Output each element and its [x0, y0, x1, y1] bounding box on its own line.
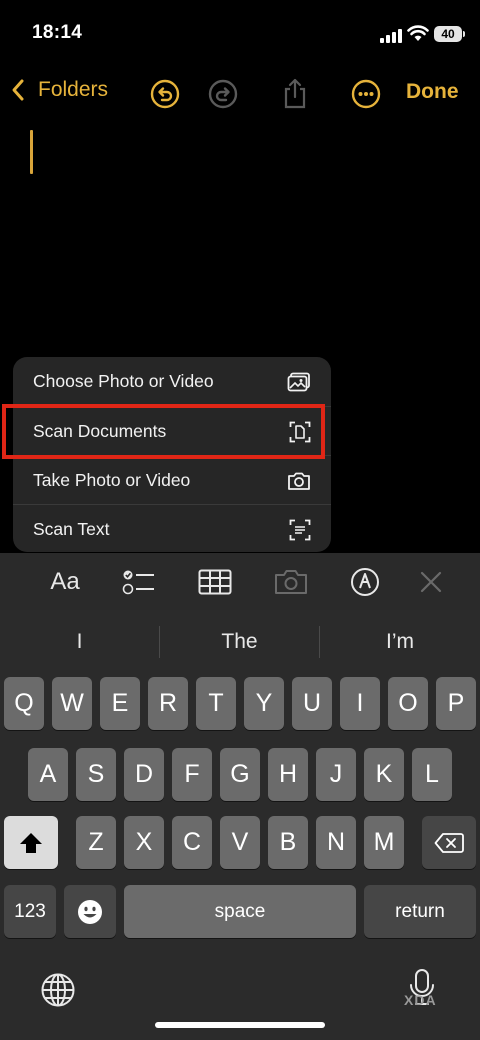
key[interactable]: S [76, 748, 116, 801]
wifi-icon [407, 25, 429, 41]
key[interactable]: P [436, 677, 476, 730]
keyboard: I The I’m Q W E R T Y U I O P A S D F G … [0, 610, 480, 1040]
suggestion[interactable]: I [0, 620, 159, 664]
suggestion[interactable]: The [160, 620, 319, 664]
key[interactable]: X [124, 816, 164, 869]
close-toolbar-button[interactable] [414, 553, 448, 610]
redo-icon[interactable] [207, 78, 239, 110]
checklist-button[interactable] [118, 553, 160, 610]
key[interactable]: V [220, 816, 260, 869]
back-label: Folders [38, 78, 109, 101]
shift-icon [20, 832, 42, 853]
markup-button[interactable] [344, 553, 386, 610]
emoji-key[interactable] [64, 885, 116, 938]
menu-item-label: Choose Photo or Video [33, 371, 214, 391]
menu-item-take-photo[interactable]: Take Photo or Video [13, 456, 331, 505]
table-button[interactable] [194, 553, 236, 610]
key[interactable]: W [52, 677, 92, 730]
checklist-icon [122, 570, 154, 594]
share-icon[interactable] [279, 78, 311, 110]
back-button[interactable]: Folders [10, 78, 108, 102]
return-key[interactable]: return [364, 885, 476, 938]
format-button[interactable]: Aa [44, 553, 86, 610]
menu-item-scan-text[interactable]: Scan Text [13, 505, 331, 552]
highlight-box [2, 404, 325, 459]
emoji-icon [78, 899, 102, 924]
battery-indicator: 40 [434, 26, 462, 42]
key[interactable]: J [316, 748, 356, 801]
chevron-left-icon [12, 79, 24, 101]
key[interactable]: B [268, 816, 308, 869]
cellular-signal-icon [380, 27, 402, 43]
key[interactable]: F [172, 748, 212, 801]
close-icon [420, 571, 442, 592]
key[interactable]: K [364, 748, 404, 801]
key[interactable]: L [412, 748, 452, 801]
shift-key[interactable] [4, 816, 58, 869]
key[interactable]: M [364, 816, 404, 869]
globe-icon[interactable] [40, 972, 76, 1008]
menu-item-label: Take Photo or Video [33, 470, 191, 490]
key[interactable]: O [388, 677, 428, 730]
menu-item-label: Scan Text [33, 519, 110, 539]
home-indicator[interactable] [155, 1022, 325, 1028]
menu-item-choose-photo[interactable]: Choose Photo or Video [13, 357, 331, 406]
key[interactable]: U [292, 677, 332, 730]
suggestion[interactable]: I’m [320, 620, 480, 664]
camera-icon [275, 569, 307, 594]
key[interactable]: C [172, 816, 212, 869]
status-time: 18:14 [32, 22, 83, 43]
battery-tip [463, 31, 465, 37]
camera-button[interactable] [270, 553, 312, 610]
photo-icon [287, 372, 310, 391]
key[interactable]: G [220, 748, 260, 801]
key[interactable]: N [316, 816, 356, 869]
delete-key[interactable] [422, 816, 476, 869]
key[interactable]: Q [4, 677, 44, 730]
formatting-toolbar: Aa [0, 553, 480, 610]
watermark: XDA [404, 992, 437, 1008]
key[interactable]: I [340, 677, 380, 730]
done-button[interactable]: Done [406, 80, 459, 104]
text-scan-icon [289, 519, 311, 540]
backspace-icon [434, 832, 464, 853]
space-key[interactable]: space [124, 885, 356, 938]
key[interactable]: Z [76, 816, 116, 869]
more-options-icon[interactable] [350, 78, 382, 110]
camera-icon [288, 472, 310, 490]
table-icon [198, 569, 232, 594]
key[interactable]: E [100, 677, 140, 730]
key[interactable]: Y [244, 677, 284, 730]
key[interactable]: T [196, 677, 236, 730]
pen-markup-icon [351, 567, 379, 596]
numbers-key[interactable]: 123 [4, 885, 56, 938]
key[interactable]: H [268, 748, 308, 801]
text-cursor [30, 130, 33, 174]
undo-icon[interactable] [149, 78, 181, 110]
key[interactable]: R [148, 677, 188, 730]
key[interactable]: A [28, 748, 68, 801]
key[interactable]: D [124, 748, 164, 801]
